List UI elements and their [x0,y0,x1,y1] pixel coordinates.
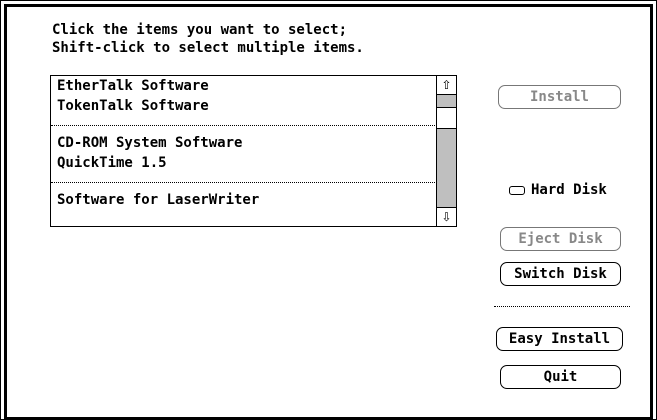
disk-indicator: Hard Disk [509,181,607,199]
scroll-track[interactable] [437,95,456,207]
scroll-thumb[interactable] [437,107,456,129]
list-item[interactable]: CD-ROM System Software [51,133,435,153]
list-group: EtherTalk Software TokenTalk Software [51,76,435,116]
disk-name: Hard Disk [531,182,607,198]
list-item[interactable]: QuickTime 1.5 [51,153,435,173]
install-button[interactable]: Install [498,85,621,109]
button-separator [494,306,630,307]
scroll-down-arrow-icon[interactable]: ⇩ [437,207,456,226]
list-item[interactable]: EtherTalk Software [51,76,435,96]
list-item[interactable]: TokenTalk Software [51,96,435,116]
easy-install-button[interactable]: Easy Install [496,327,623,351]
hard-disk-icon [509,185,525,195]
software-list[interactable]: EtherTalk Software TokenTalk Software CD… [50,75,457,227]
scroll-up-arrow-icon[interactable]: ⇧ [437,76,456,95]
software-list-items: EtherTalk Software TokenTalk Software CD… [51,76,435,226]
eject-disk-button[interactable]: Eject Disk [500,227,621,251]
instruction-line-1: Click the items you want to select; [52,22,348,38]
list-group: CD-ROM System Software QuickTime 1.5 [51,125,435,173]
list-group: Software for LaserWriter [51,182,435,210]
quit-button[interactable]: Quit [500,365,621,389]
switch-disk-button[interactable]: Switch Disk [500,262,621,286]
list-item[interactable]: Software for LaserWriter [51,190,435,210]
instruction-line-2: Shift-click to select multiple items. [52,40,364,56]
vertical-scrollbar[interactable]: ⇧ ⇩ [436,76,456,226]
instructions: Click the items you want to select; Shif… [52,21,364,57]
